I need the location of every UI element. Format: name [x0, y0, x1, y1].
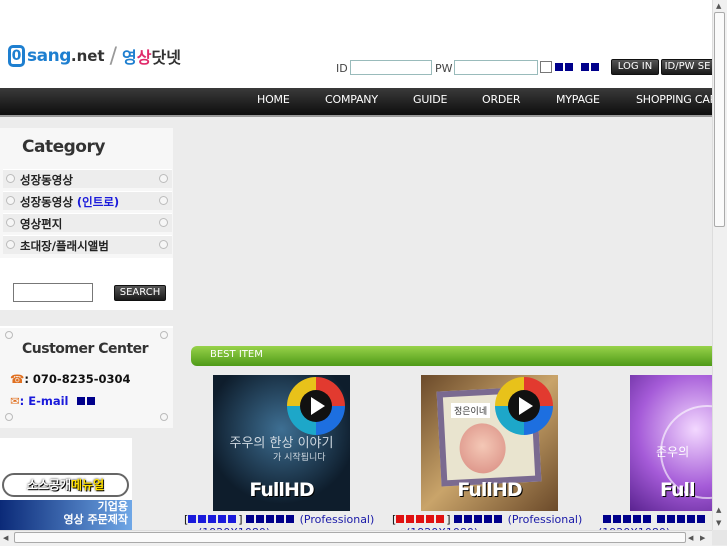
search-input[interactable] [13, 283, 93, 302]
category-item-sub: (인트로) [76, 195, 120, 209]
save-id-glyphs [555, 61, 601, 74]
best-item-bar [191, 346, 712, 366]
phone-icon: ☎ [10, 372, 25, 386]
corner-icon [5, 331, 13, 339]
scrollbar-corner [712, 530, 727, 545]
id-label: ID [336, 62, 348, 75]
scroll-left-icon[interactable]: ◀ [688, 534, 693, 542]
thumbnail-subtext: 가 시작됩니다 [273, 453, 326, 463]
product-caption[interactable]: [] (Professional) [184, 513, 374, 526]
category-item-label: 영상편지 [20, 217, 63, 231]
search-button[interactable]: SEARCH [114, 285, 166, 301]
id-input[interactable] [350, 60, 432, 75]
scroll-up-icon[interactable]: ▲ [716, 2, 721, 10]
bullet-icon [6, 218, 15, 227]
thumbnail-text: 정은이네 [451, 403, 491, 418]
email-link[interactable]: : E-mail [20, 394, 69, 408]
source-manual-banner[interactable]: 소스공개메뉴얼 [2, 473, 129, 497]
logo-korean-1: 영 [122, 48, 137, 67]
pw-label: PW [435, 62, 453, 75]
banner-text: 영상 주문제작 [63, 513, 128, 526]
login-button[interactable]: LOG IN [611, 59, 659, 75]
horizontal-scroll-thumb[interactable] [14, 532, 686, 543]
category-item-growth-video-intro[interactable]: 성장동영상 (인트로) [3, 191, 172, 210]
logo-korean-2: 상 [136, 48, 152, 67]
nav-company[interactable]: COMPANY [325, 93, 378, 106]
corporate-video-banner[interactable]: 기업용 영상 주문제작 [0, 500, 132, 530]
nav-mypage[interactable]: MYPAGE [556, 93, 600, 106]
bullet-icon [159, 174, 168, 183]
product-thumbnail[interactable]: 주우의 한상 이야기 가 시작됩니다 FullHD [213, 375, 350, 511]
bullet-icon [159, 240, 168, 249]
bullet-icon [6, 174, 15, 183]
banner-text: 기업용 [97, 500, 128, 513]
corner-icon [160, 331, 168, 339]
banner-text: 소스공개 [26, 478, 72, 492]
category-item-invitation[interactable]: 초대장/플래시앨범 [3, 235, 172, 254]
bullet-icon [6, 240, 15, 249]
vertical-scroll-thumb[interactable] [714, 12, 725, 227]
logo-text: sang [27, 46, 71, 66]
corner-icon [160, 413, 168, 421]
category-title: Category [22, 137, 105, 157]
logo-badge: 0 [8, 45, 25, 67]
product-caption-text: (Professional) [299, 513, 375, 526]
category-item-label: 성장동영상 [20, 173, 73, 187]
email-icon: ✉ [10, 394, 20, 408]
category-item-growth-video[interactable]: 성장동영상 [3, 169, 172, 188]
fullhd-badge: FullHD [457, 479, 522, 501]
scroll-left-icon[interactable]: ◀ [3, 534, 8, 542]
fullhd-badge: Full [660, 479, 696, 501]
scroll-right-icon[interactable]: ▶ [700, 534, 705, 542]
nav-order[interactable]: ORDER [482, 93, 521, 106]
thumbnail-text: 준우의 [656, 445, 690, 459]
nav-divider [0, 115, 712, 117]
nav-shopping-cart[interactable]: SHOPPING CAR [636, 93, 717, 106]
pw-input[interactable] [454, 60, 538, 75]
play-icon [287, 377, 345, 435]
category-item-label: 초대장/플래시앨범 [20, 239, 109, 253]
product-caption[interactable]: [] (Professional) [392, 513, 582, 526]
bullet-icon [159, 218, 168, 227]
customer-center-title: Customer Center [22, 341, 149, 357]
banner-text-highlight: 메뉴얼 [71, 478, 105, 492]
logo-korean-3: 닷넷 [151, 48, 181, 67]
category-item-text: 성장동영상 [20, 195, 73, 209]
thumbnail-text: 주우의 한상 이야기 [229, 436, 334, 451]
phone-line: ☎: 070-8235-0304 [10, 372, 131, 386]
nav-home[interactable]: HOME [257, 93, 290, 106]
phone-number: : 070-8235-0304 [24, 372, 131, 386]
category-item-label: 성장동영상 (인트로) [20, 194, 119, 210]
find-idpw-button[interactable]: ID/PW SE [661, 59, 714, 75]
fullhd-badge: FullHD [249, 479, 314, 501]
logo-net-text: .net [70, 47, 105, 65]
bullet-icon [6, 196, 15, 205]
email-line[interactable]: ✉: E-mail [10, 394, 97, 408]
corner-icon [5, 413, 13, 421]
logo-slash: / [109, 43, 118, 69]
product-caption[interactable] [603, 513, 707, 526]
play-icon [495, 377, 553, 435]
product-caption-text: (Professional) [507, 513, 583, 526]
category-item-video-letter[interactable]: 영상편지 [3, 213, 172, 232]
photo-portrait [458, 422, 507, 475]
nav-guide[interactable]: GUIDE [413, 93, 447, 106]
bullet-icon [159, 196, 168, 205]
best-item-title: BEST ITEM [210, 349, 263, 360]
product-thumbnail[interactable]: 준우의 Full [630, 375, 712, 511]
site-logo[interactable]: 0 sang .net / 영 상 닷넷 [8, 43, 181, 69]
save-id-checkbox[interactable] [540, 61, 552, 73]
product-thumbnail[interactable]: 정은이네 FullHD [421, 375, 558, 511]
scroll-down-icon[interactable]: ▼ [716, 519, 721, 527]
scroll-up-icon[interactable]: ▲ [716, 506, 721, 514]
